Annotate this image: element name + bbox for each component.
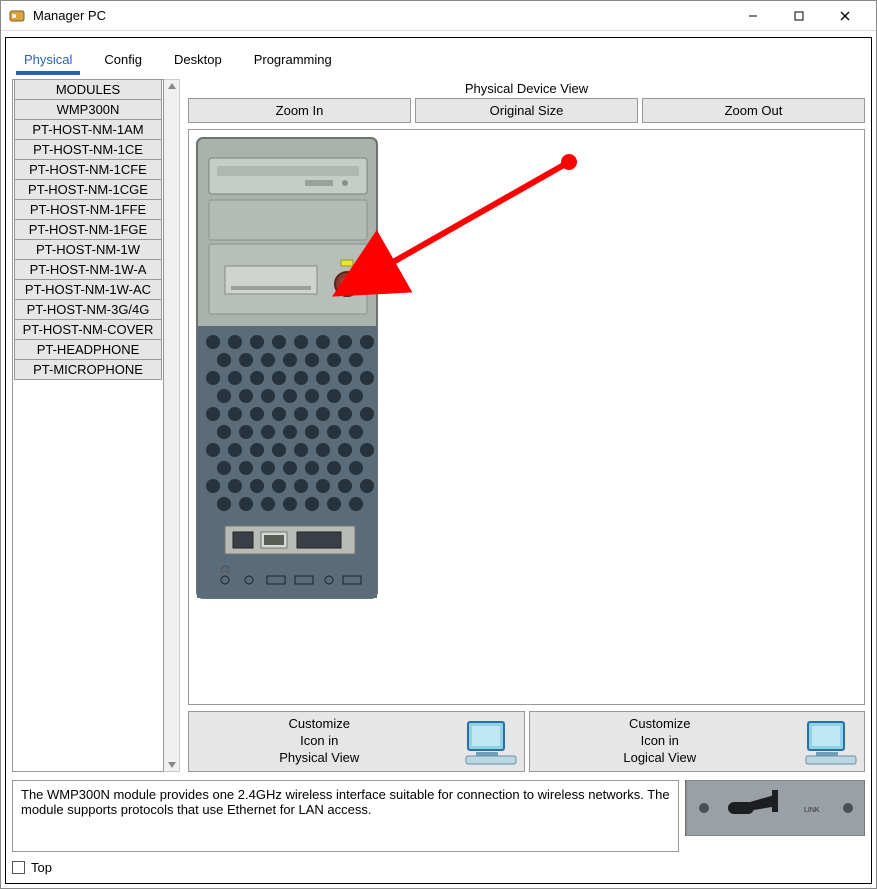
module-item[interactable]: PT-HOST-NM-COVER xyxy=(14,319,162,340)
window-title: Manager PC xyxy=(33,8,730,23)
module-item[interactable]: PT-HOST-NM-1FFE xyxy=(14,199,162,220)
maximize-button[interactable] xyxy=(776,1,822,31)
module-item[interactable]: PT-MICROPHONE xyxy=(14,359,162,380)
module-description: The WMP300N module provides one 2.4GHz w… xyxy=(12,780,679,852)
device-viewport[interactable]: 🎧 xyxy=(188,129,865,705)
customize-physical-label: Customize Icon in Physical View xyxy=(195,716,444,767)
module-header: MODULES xyxy=(14,79,162,100)
tab-programming[interactable]: Programming xyxy=(246,48,340,75)
app-icon xyxy=(9,8,25,24)
svg-text:🎧: 🎧 xyxy=(220,564,230,574)
module-item[interactable]: PT-HOST-NM-1AM xyxy=(14,119,162,140)
tab-config[interactable]: Config xyxy=(96,48,150,75)
computer-icon xyxy=(804,718,858,766)
module-item[interactable]: PT-HOST-NM-1W-AC xyxy=(14,279,162,300)
module-item[interactable]: WMP300N xyxy=(14,99,162,120)
pc-tower-image[interactable]: 🎧 xyxy=(195,136,395,622)
module-item[interactable]: PT-HOST-NM-1FGE xyxy=(14,219,162,240)
tab-desktop[interactable]: Desktop xyxy=(166,48,230,75)
title-bar: Manager PC xyxy=(1,1,876,31)
minimize-button[interactable] xyxy=(730,1,776,31)
module-item[interactable]: PT-HOST-NM-1CE xyxy=(14,139,162,160)
customize-logical-button[interactable]: Customize Icon in Logical View xyxy=(529,711,866,772)
top-checkbox[interactable] xyxy=(12,861,25,874)
close-button[interactable] xyxy=(822,1,868,31)
module-item[interactable]: PT-HEADPHONE xyxy=(14,339,162,360)
top-checkbox-label: Top xyxy=(31,860,52,875)
customize-physical-button[interactable]: Customize Icon in Physical View xyxy=(188,711,525,772)
zoom-out-button[interactable]: Zoom Out xyxy=(642,98,865,123)
original-size-button[interactable]: Original Size xyxy=(415,98,638,123)
module-item[interactable]: PT-HOST-NM-1W xyxy=(14,239,162,260)
view-label: Physical Device View xyxy=(188,79,865,98)
tab-physical[interactable]: Physical xyxy=(16,48,80,75)
module-item[interactable]: PT-HOST-NM-1CGE xyxy=(14,179,162,200)
module-item[interactable]: PT-HOST-NM-1W-A xyxy=(14,259,162,280)
module-list[interactable]: MODULES WMP300N PT-HOST-NM-1AM PT-HOST-N… xyxy=(12,79,164,772)
scroll-down-icon[interactable] xyxy=(167,761,177,769)
tab-bar: Physical Config Desktop Programming xyxy=(12,44,865,75)
module-scrollbar[interactable] xyxy=(164,79,180,772)
module-item[interactable]: PT-HOST-NM-1CFE xyxy=(14,159,162,180)
svg-text:LINK: LINK xyxy=(804,807,820,814)
module-preview-image[interactable]: LINK xyxy=(685,780,865,836)
scroll-up-icon[interactable] xyxy=(167,82,177,90)
zoom-in-button[interactable]: Zoom In xyxy=(188,98,411,123)
customize-logical-label: Customize Icon in Logical View xyxy=(536,716,785,767)
module-item[interactable]: PT-HOST-NM-3G/4G xyxy=(14,299,162,320)
computer-icon xyxy=(464,718,518,766)
